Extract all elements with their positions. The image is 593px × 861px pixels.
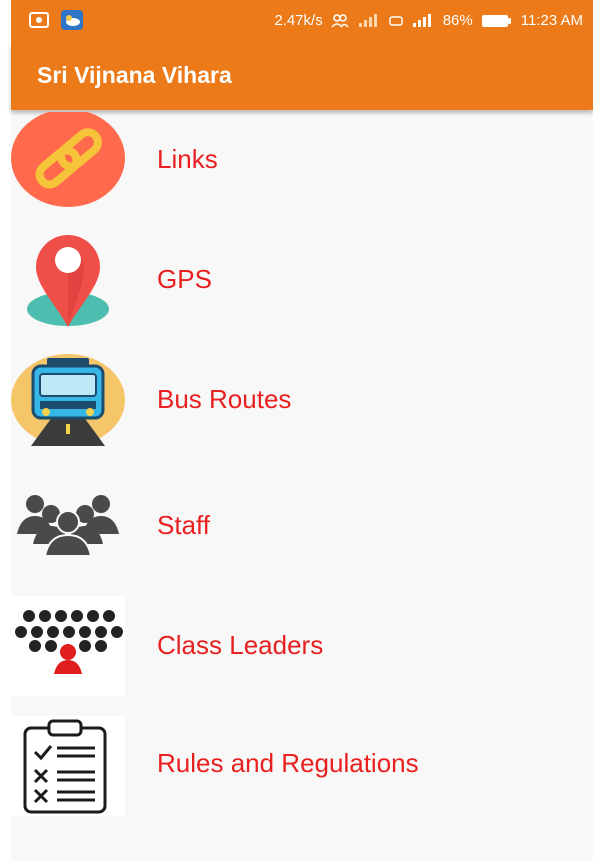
screenshot-icon xyxy=(29,12,49,28)
status-bar: 2.47k/s 86% 11:23 AM xyxy=(11,0,593,44)
menu-item-class-leaders[interactable]: Class Leaders xyxy=(11,596,593,708)
status-left xyxy=(29,10,83,30)
screen: 2.47k/s 86% 11:23 AM Sri Vijnana Vihara … xyxy=(11,0,593,861)
battery-icon xyxy=(481,14,511,27)
menu-item-links[interactable]: Links xyxy=(11,112,593,224)
menu-item-bus-routes[interactable]: Bus Routes xyxy=(11,354,593,466)
page: 2.47k/s 86% 11:23 AM Sri Vijnana Vihara … xyxy=(0,0,593,861)
battery-percent: 86% xyxy=(442,12,473,29)
menu-item-label: GPS xyxy=(157,264,212,294)
menu-item-label: Bus Routes xyxy=(157,384,292,414)
app-bar: Sri Vijnana Vihara xyxy=(11,44,593,110)
menu-item-rules-and-regulations[interactable]: Rules and Regulations xyxy=(11,716,593,828)
weather-app-icon xyxy=(61,10,83,30)
lte-icon xyxy=(389,15,403,26)
menu-item-label: Class Leaders xyxy=(157,630,324,660)
clock-time: 11:23 AM xyxy=(520,12,583,29)
menu-item-label: Staff xyxy=(157,510,211,540)
class-leaders-icon xyxy=(11,596,125,696)
network-speed: 2.47k/s xyxy=(274,12,323,29)
link-icon xyxy=(11,112,125,207)
menu-item-label: Links xyxy=(157,144,218,174)
bus-icon xyxy=(11,354,125,446)
staff-group-icon xyxy=(17,495,119,557)
signal-icon xyxy=(358,13,377,27)
status-right: 2.47k/s 86% 11:23 AM xyxy=(274,12,583,29)
users-icon xyxy=(331,13,349,28)
checklist-icon xyxy=(11,716,125,816)
app-title: Sri Vijnana Vihara xyxy=(37,62,232,88)
menu-item-label: Rules and Regulations xyxy=(157,748,419,778)
map-pin-icon xyxy=(27,235,109,327)
menu-item-gps[interactable]: GPS xyxy=(11,230,593,342)
menu-item-staff[interactable]: Staff xyxy=(11,474,593,586)
signal-icon-2 xyxy=(412,13,431,27)
